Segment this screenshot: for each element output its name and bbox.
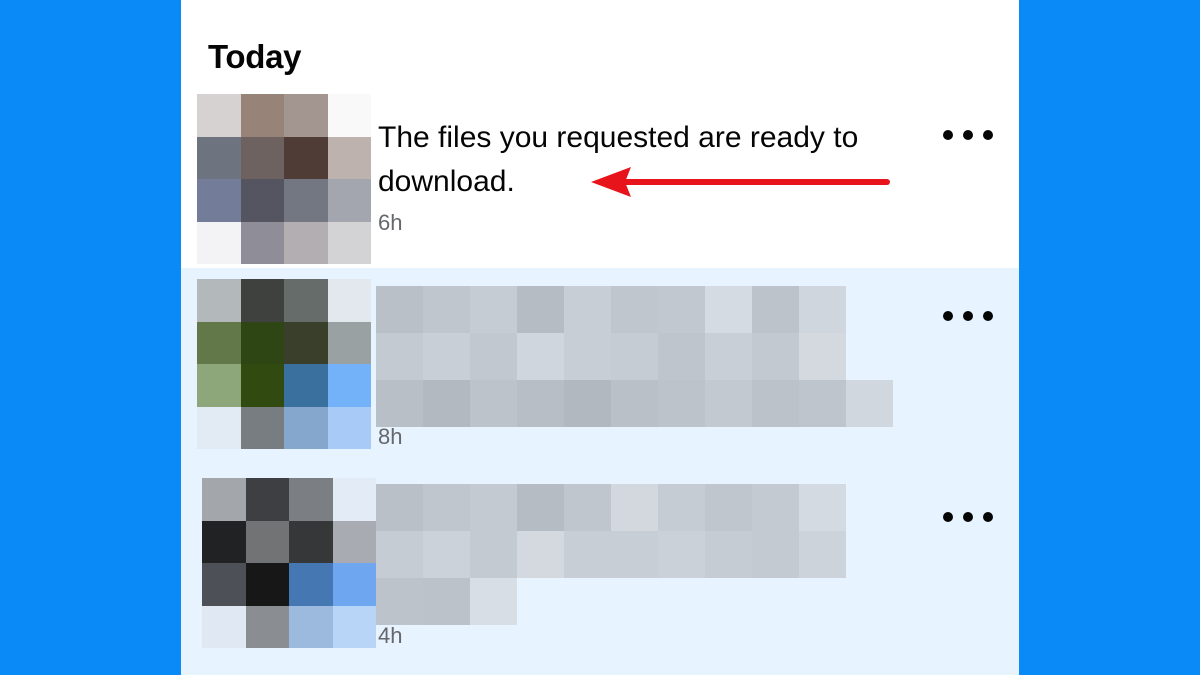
more-horizontal-icon[interactable] bbox=[943, 502, 993, 532]
more-horizontal-icon[interactable] bbox=[943, 120, 993, 150]
avatar[interactable] bbox=[197, 94, 371, 264]
notifications-panel: Today The files you requested are ready … bbox=[181, 0, 1019, 675]
obscured-notification-text bbox=[376, 484, 893, 625]
notification-time: 6h bbox=[378, 210, 403, 235]
notification-item[interactable]: 4h bbox=[181, 464, 1019, 675]
notification-item[interactable]: 8h bbox=[181, 268, 1019, 464]
section-title: Today bbox=[208, 38, 302, 75]
avatar[interactable] bbox=[197, 279, 371, 449]
avatar[interactable] bbox=[202, 478, 376, 648]
red-arrow-icon bbox=[591, 167, 890, 197]
more-horizontal-icon[interactable] bbox=[943, 301, 993, 331]
obscured-notification-text bbox=[376, 286, 893, 427]
notification-time: 4h bbox=[378, 623, 403, 648]
notification-time: 8h bbox=[378, 424, 403, 449]
